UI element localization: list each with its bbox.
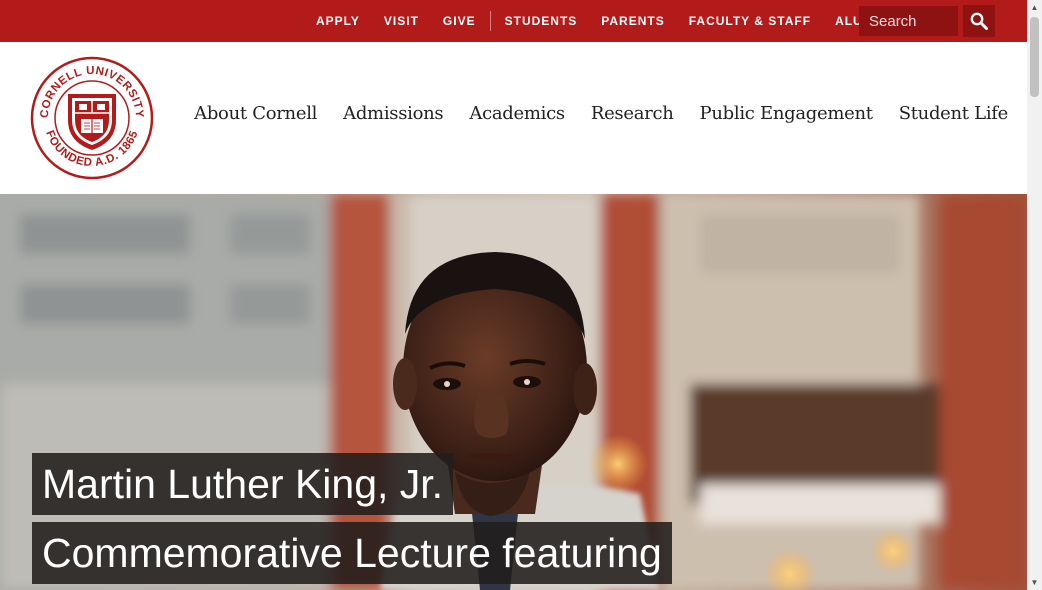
nav-admissions[interactable]: Admissions	[343, 103, 444, 124]
nav-research[interactable]: Research	[591, 103, 674, 124]
search-button[interactable]	[963, 5, 995, 37]
scroll-up-icon[interactable]: ▲	[1027, 0, 1042, 15]
search-input[interactable]	[859, 6, 958, 36]
utility-divider	[489, 11, 491, 31]
page: APPLY VISIT GIVE STUDENTS PARENTS FACULT…	[0, 0, 1042, 590]
nav-public-engagement[interactable]: Public Engagement	[700, 103, 873, 124]
apply-link[interactable]: APPLY	[304, 14, 372, 28]
site-header: CORNELL UNIVERSITY FOUNDED A.D. 1865 Abo…	[0, 42, 1027, 194]
visit-link[interactable]: VISIT	[372, 14, 431, 28]
scroll-down-icon[interactable]: ▼	[1027, 575, 1042, 590]
cornell-logo[interactable]: CORNELL UNIVERSITY FOUNDED A.D. 1865	[30, 56, 154, 180]
hero-headline-line-1[interactable]: Martin Luther King, Jr.	[32, 453, 454, 515]
faculty-staff-link[interactable]: FACULTY & STAFF	[677, 14, 823, 28]
parents-link[interactable]: PARENTS	[589, 14, 676, 28]
main-nav: About Cornell Admissions Academics Resea…	[168, 42, 1008, 184]
give-link[interactable]: GIVE	[431, 14, 488, 28]
hero-headline-line-2[interactable]: Commemorative Lecture featuring	[32, 522, 672, 584]
nav-student-life[interactable]: Student Life	[899, 103, 1009, 124]
nav-academics[interactable]: Academics	[469, 103, 565, 124]
utility-bar: APPLY VISIT GIVE STUDENTS PARENTS FACULT…	[0, 0, 1027, 42]
page-scrollbar[interactable]: ▲ ▼	[1027, 0, 1042, 590]
nav-about-cornell[interactable]: About Cornell	[194, 103, 317, 124]
hero-banner[interactable]: Martin Luther King, Jr. Commemorative Le…	[0, 194, 1027, 590]
cornell-seal-icon: CORNELL UNIVERSITY FOUNDED A.D. 1865	[30, 56, 154, 180]
utility-links: APPLY VISIT GIVE STUDENTS PARENTS FACULT…	[304, 0, 900, 42]
scroll-thumb[interactable]	[1030, 17, 1039, 97]
search-icon	[970, 12, 988, 30]
students-link[interactable]: STUDENTS	[493, 14, 590, 28]
